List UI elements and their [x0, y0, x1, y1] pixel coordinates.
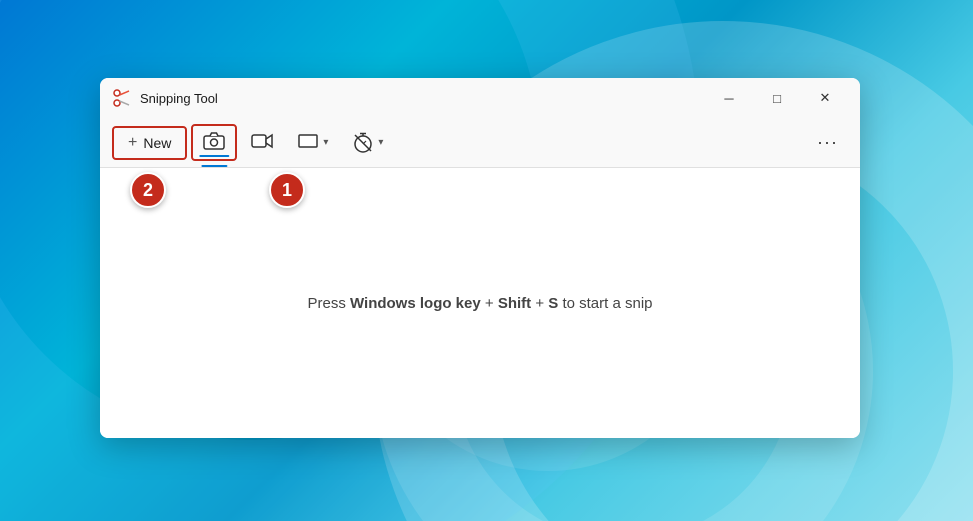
hint-bold-s: S: [548, 295, 558, 312]
window-title: Snipping Tool: [140, 91, 218, 106]
rectangle-icon: [297, 133, 319, 152]
close-button[interactable]: ✕: [802, 82, 848, 114]
video-icon: [251, 133, 273, 152]
chevron-down-icon: ▾: [323, 137, 328, 148]
titlebar-left: Snipping Tool: [112, 88, 218, 108]
hint-bold-shift: Shift: [498, 295, 531, 312]
app-icon: [112, 88, 132, 108]
toolbar: + New: [100, 118, 860, 168]
camera-icon: [203, 132, 225, 153]
new-button[interactable]: + New: [112, 126, 187, 160]
new-button-label: New: [143, 135, 171, 151]
timer-chevron-icon: ▾: [378, 137, 383, 148]
timer-off-icon: [352, 132, 374, 154]
titlebar: Snipping Tool ─ □ ✕: [100, 78, 860, 118]
timer-button[interactable]: ▾: [342, 126, 393, 160]
minimize-button[interactable]: ─: [706, 82, 752, 114]
maximize-button[interactable]: □: [754, 82, 800, 114]
snipping-tool-window: Snipping Tool ─ □ ✕ + New: [100, 78, 860, 438]
screenshot-mode-button[interactable]: [191, 124, 237, 161]
active-indicator: [200, 155, 229, 157]
content-area: Press Windows logo key + Shift + S to st…: [100, 168, 860, 438]
hint-text: Press Windows logo key + Shift + S to st…: [307, 295, 652, 312]
window-snip-button[interactable]: ▾: [287, 127, 338, 158]
annotation-badge-1: 1: [269, 172, 305, 208]
titlebar-controls: ─ □ ✕: [706, 82, 848, 114]
video-mode-button[interactable]: [241, 127, 283, 158]
plus-icon: +: [128, 134, 137, 152]
desktop: Snipping Tool ─ □ ✕ + New: [0, 0, 973, 521]
hint-bold-windows: Windows logo key: [350, 295, 481, 312]
more-options-button[interactable]: ···: [807, 126, 848, 159]
annotation-badge-2: 2: [130, 172, 166, 208]
ellipsis-icon: ···: [817, 132, 838, 152]
